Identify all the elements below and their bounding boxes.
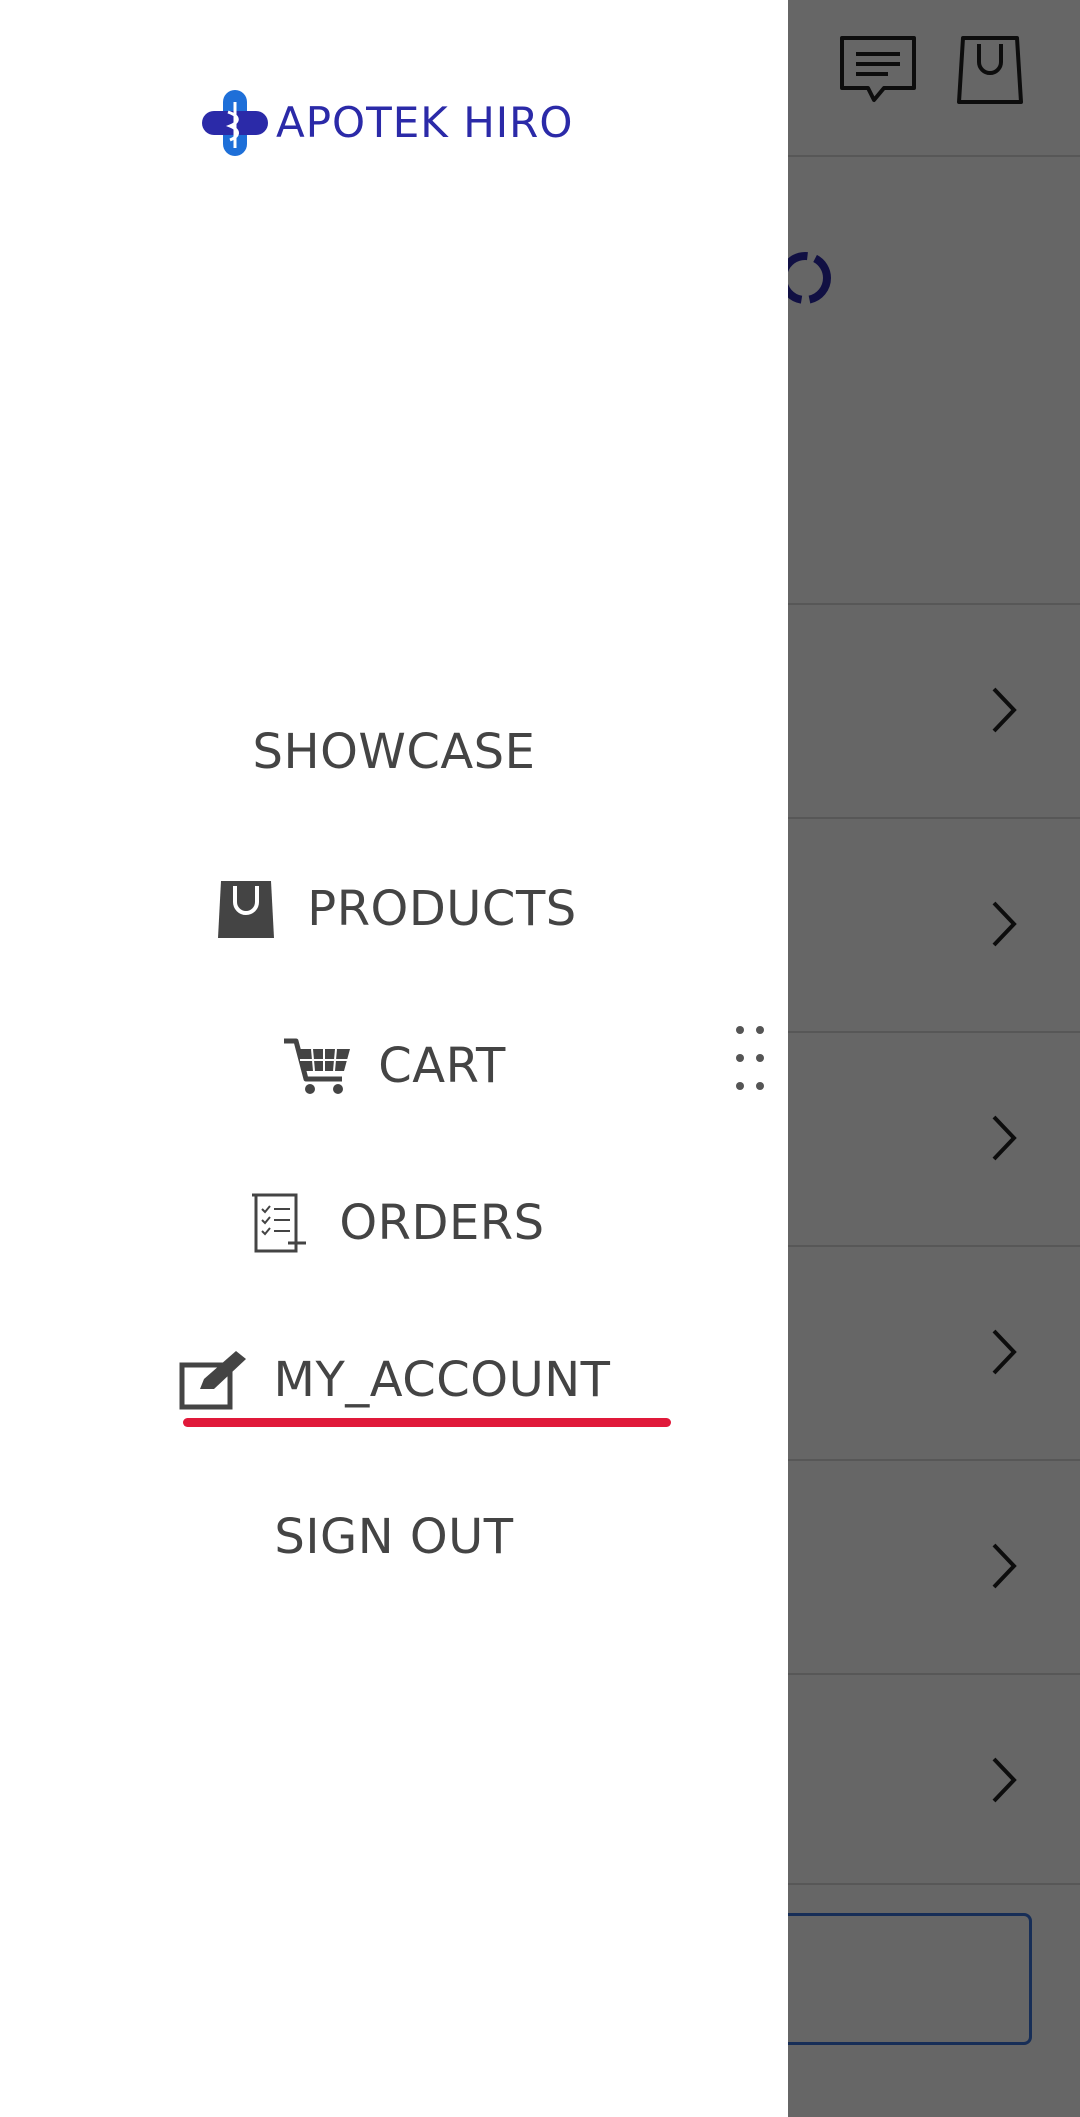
brand-logo: APOTEK HIRO [200, 85, 585, 160]
menu-item-label: SHOWCASE [252, 724, 536, 780]
shopping-bag-icon [211, 874, 281, 944]
menu-item-sign-out[interactable]: SIGN OUT [0, 1482, 788, 1592]
menu-item-products[interactable]: PRODUCTS [0, 854, 788, 964]
navigation-drawer: APOTEK HIRO SHOWCASE PRODUCTS CART ORDER… [0, 0, 788, 2117]
menu-item-cart[interactable]: CART [0, 1011, 788, 1121]
brand-name: APOTEK HIRO [276, 98, 574, 147]
cart-icon [282, 1031, 352, 1101]
menu-item-label: CART [378, 1038, 506, 1094]
menu-item-label: MY_ACCOUNT [273, 1352, 611, 1408]
menu-item-orders[interactable]: ORDERS [0, 1168, 788, 1278]
orders-list-icon [243, 1188, 313, 1258]
active-item-indicator [183, 1418, 671, 1427]
edit-icon [178, 1345, 248, 1415]
menu-item-showcase[interactable]: SHOWCASE [0, 697, 788, 807]
drag-handle-icon[interactable] [730, 1022, 770, 1094]
pharmacy-cross-icon [202, 89, 268, 156]
menu-item-label: ORDERS [339, 1195, 545, 1251]
menu-item-label: SIGN OUT [274, 1509, 514, 1565]
menu-item-label: PRODUCTS [307, 881, 577, 937]
